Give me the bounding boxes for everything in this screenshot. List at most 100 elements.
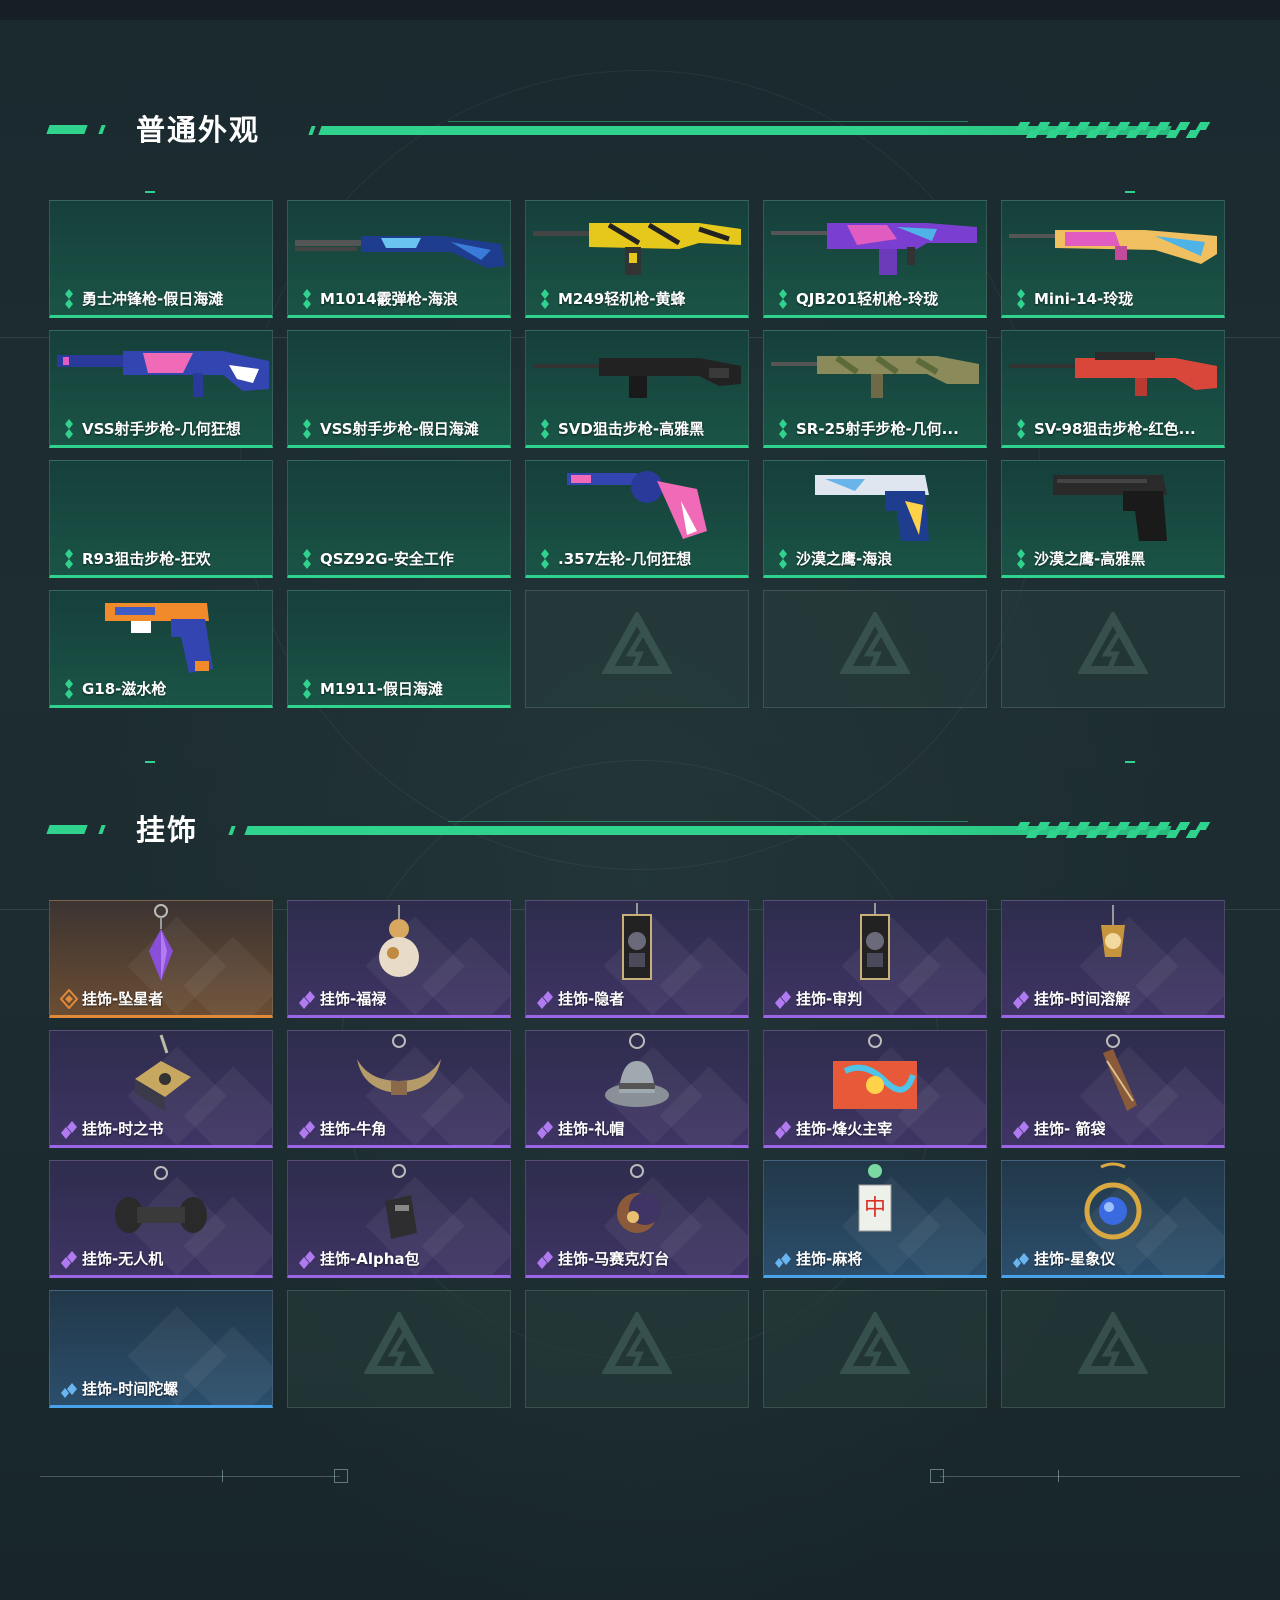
item-label: 挂饰-无人机 — [82, 1250, 164, 1268]
quality-diamond-icon — [298, 419, 316, 439]
charm-orb-icon — [1002, 1161, 1224, 1247]
revolver-geometric-icon — [526, 461, 748, 547]
skin-card[interactable]: SV-98狙击步枪-红色... — [1001, 330, 1225, 448]
quality-diamond-icon — [774, 549, 792, 569]
section-title: 挂饰 — [136, 813, 199, 847]
svg-text:中: 中 — [864, 1196, 886, 1221]
vss-geometric-icon — [50, 331, 272, 417]
empty-slot-logo-icon — [839, 1309, 911, 1386]
item-label: 挂饰-星象仪 — [1034, 1250, 1116, 1268]
skin-card[interactable]: VSS射手步枪-假日海滩 — [287, 330, 511, 448]
charm-card[interactable]: 挂饰-烽火主宰 — [763, 1030, 987, 1148]
charm-quiver-icon — [1002, 1031, 1224, 1117]
quality-diamond-icon — [536, 549, 554, 569]
charm-card[interactable]: 挂饰-礼帽 — [525, 1030, 749, 1148]
skin-card[interactable]: 沙漠之鹰-高雅黑 — [1001, 460, 1225, 578]
skin-card[interactable]: SR-25射手步枪-几何... — [763, 330, 987, 448]
pistol-water-icon — [50, 591, 272, 677]
quality-diamond-icon — [1012, 419, 1030, 439]
quality-diamond-icon — [774, 289, 792, 309]
item-label: Mini-14-玲珑 — [1034, 290, 1134, 308]
item-label: 挂饰-牛角 — [320, 1120, 387, 1138]
skin-card[interactable]: 沙漠之鹰-海浪 — [763, 460, 987, 578]
skin-card[interactable]: R93狙击步枪-狂欢 — [49, 460, 273, 578]
empty-slot-logo-icon — [601, 1309, 673, 1374]
charm-card[interactable]: 挂饰-时之书 — [49, 1030, 273, 1148]
empty-slot-logo-icon — [601, 609, 673, 686]
charm-card[interactable]: 挂饰-坠星者 — [49, 900, 273, 1018]
charm-card[interactable]: 挂饰-牛角 — [287, 1030, 511, 1148]
skin-card[interactable]: G18-滋水枪 — [49, 590, 273, 708]
charm-card[interactable]: 中挂饰-麻将 — [763, 1160, 987, 1278]
quality-diamond-icon — [60, 1119, 78, 1139]
charm-mahjong-icon: 中 — [764, 1161, 986, 1247]
quality-diamond-icon — [60, 679, 78, 699]
skin-card[interactable]: M1911-假日海滩 — [287, 590, 511, 708]
skin-card[interactable]: QJB201轻机枪-玲珑 — [763, 200, 987, 318]
charm-hat-icon — [526, 1031, 748, 1117]
skin-card[interactable]: SVD狙击步枪-高雅黑 — [525, 330, 749, 448]
skin-card[interactable]: QSZ92G-安全工作 — [287, 460, 511, 578]
quality-diamond-icon — [774, 1119, 792, 1139]
charm-clock-icon — [1002, 901, 1224, 987]
quality-diamond-icon — [774, 1249, 792, 1269]
item-label: 挂饰-马赛克灯台 — [558, 1250, 670, 1268]
footer-tick — [1058, 1470, 1059, 1482]
sniper-red-icon — [1002, 331, 1224, 417]
item-label: SR-25射手步枪-几何... — [796, 420, 959, 438]
charm-card-icon — [526, 901, 748, 987]
item-label: 勇士冲锋枪-假日海滩 — [82, 290, 224, 308]
charm-card[interactable]: 挂饰-星象仪 — [1001, 1160, 1225, 1278]
checker-pattern — [1015, 822, 1218, 840]
empty-slot-logo-icon — [839, 1309, 911, 1374]
empty-slot-logo-icon — [1077, 609, 1149, 674]
skin-card[interactable]: M249轻机枪-黄蜂 — [525, 200, 749, 318]
quality-diamond-icon — [1012, 1119, 1030, 1139]
quality-diamond-icon — [298, 289, 316, 309]
charm-card[interactable]: 挂饰-审判 — [763, 900, 987, 1018]
quality-diamond-icon — [774, 989, 792, 1009]
charm-card[interactable]: 挂饰- 箭袋 — [1001, 1030, 1225, 1148]
pistol-black-icon — [1002, 461, 1224, 547]
empty-slot-logo-icon — [1077, 1309, 1149, 1374]
quality-diamond-icon — [60, 289, 78, 309]
charm-card[interactable]: 挂饰-时间陀螺 — [49, 1290, 273, 1408]
item-label: .357左轮-几何狂想 — [558, 550, 692, 568]
charm-horns-icon — [288, 1031, 510, 1117]
quality-diamond-icon — [298, 679, 316, 699]
charm-card[interactable]: 挂饰-时间溶解 — [1001, 900, 1225, 1018]
charm-container-icon — [764, 1031, 986, 1117]
charm-bag-icon — [288, 1161, 510, 1247]
empty-slot-logo-icon — [839, 609, 911, 674]
item-label: 挂饰-Alpha包 — [320, 1250, 420, 1268]
skin-card[interactable]: VSS射手步枪-几何狂想 — [49, 330, 273, 448]
quality-diamond-icon — [1012, 289, 1030, 309]
corner-mark — [145, 761, 155, 763]
charm-book-icon — [50, 1031, 272, 1117]
skin-card[interactable]: Mini-14-玲珑 — [1001, 200, 1225, 318]
charm-crystal-icon — [50, 901, 272, 987]
charm-card[interactable]: 挂饰-无人机 — [49, 1160, 273, 1278]
rifle-colorful-icon — [1002, 201, 1224, 287]
empty-slot-logo-icon — [1077, 1309, 1149, 1386]
quality-diamond-icon — [298, 549, 316, 569]
top-bar — [0, 0, 1280, 20]
checker-pattern — [1015, 122, 1218, 140]
charm-card[interactable]: 挂饰-隐者 — [525, 900, 749, 1018]
rifle-camo-icon — [764, 331, 986, 417]
corner-mark — [1125, 191, 1135, 193]
charm-moon-icon — [526, 1161, 748, 1247]
quality-diamond-icon — [536, 419, 554, 439]
item-label: 挂饰-烽火主宰 — [796, 1120, 893, 1138]
footer-tick — [222, 1470, 223, 1482]
charm-card[interactable]: 挂饰-Alpha包 — [287, 1160, 511, 1278]
skin-card[interactable]: .357左轮-几何狂想 — [525, 460, 749, 578]
charm-card[interactable]: 挂饰-马赛克灯台 — [525, 1160, 749, 1278]
charm-card[interactable]: 挂饰-福禄 — [287, 900, 511, 1018]
skin-card[interactable]: M1014霰弹枪-海浪 — [287, 200, 511, 318]
lmg-yellow-icon — [526, 201, 748, 287]
skin-card[interactable]: 勇士冲锋枪-假日海滩 — [49, 200, 273, 318]
item-label: 挂饰-麻将 — [796, 1250, 863, 1268]
pistol-wave-icon — [764, 461, 986, 547]
quality-diamond-icon — [298, 1119, 316, 1139]
